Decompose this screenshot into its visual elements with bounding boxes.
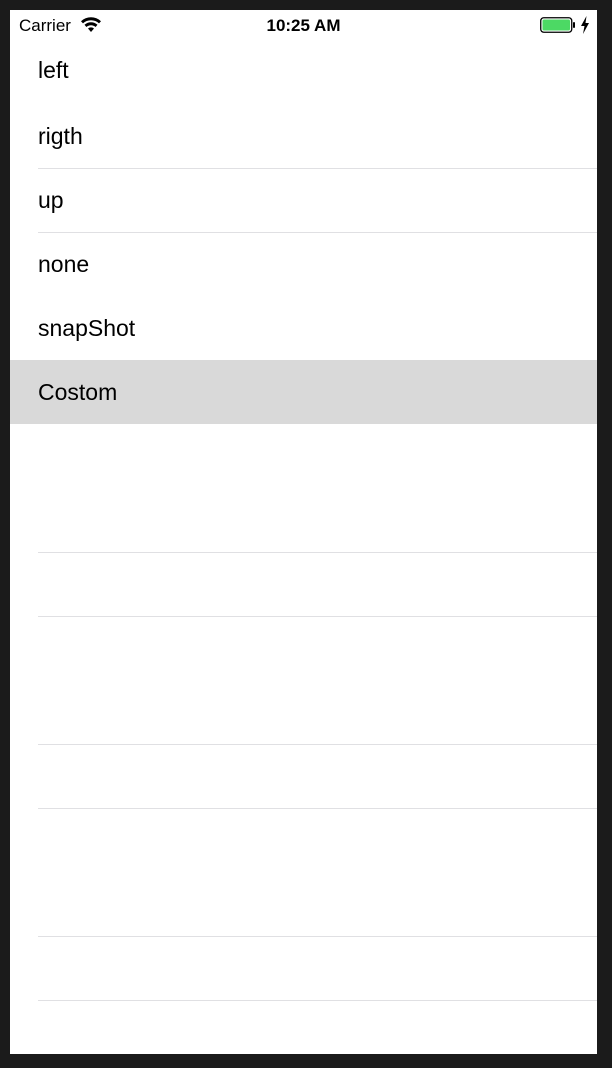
empty-row bbox=[10, 488, 597, 553]
phone-screen: Carrier 10:25 AM left rigth up none snap… bbox=[10, 10, 597, 1054]
table-row-up[interactable]: up bbox=[10, 168, 597, 233]
row-label: rigth bbox=[38, 123, 83, 149]
table-row-rigth[interactable]: rigth bbox=[10, 104, 597, 169]
table-row-costom[interactable]: Costom bbox=[10, 360, 597, 424]
battery-charging-icon bbox=[540, 17, 575, 33]
empty-row bbox=[10, 744, 597, 809]
row-label: Costom bbox=[38, 379, 118, 405]
empty-row bbox=[10, 680, 597, 745]
empty-row bbox=[10, 616, 597, 680]
table-row-none[interactable]: none bbox=[10, 232, 597, 296]
empty-row bbox=[10, 552, 597, 617]
empty-row bbox=[10, 872, 597, 937]
row-label: left bbox=[38, 57, 69, 83]
table-row-left[interactable]: left bbox=[10, 40, 597, 104]
status-time: 10:25 AM bbox=[266, 16, 341, 35]
empty-row bbox=[10, 936, 597, 1001]
row-label: snapShot bbox=[38, 315, 136, 341]
row-label: up bbox=[38, 187, 64, 213]
row-label: none bbox=[38, 251, 90, 277]
charging-bolt-icon bbox=[581, 16, 589, 34]
status-bar: Carrier 10:25 AM bbox=[10, 10, 597, 40]
options-table: left rigth up none snapShot Costom bbox=[10, 40, 597, 1001]
empty-row bbox=[10, 424, 597, 488]
row-separator bbox=[38, 1000, 597, 1001]
empty-row bbox=[10, 808, 597, 872]
table-row-snapshot[interactable]: snapShot bbox=[10, 296, 597, 360]
